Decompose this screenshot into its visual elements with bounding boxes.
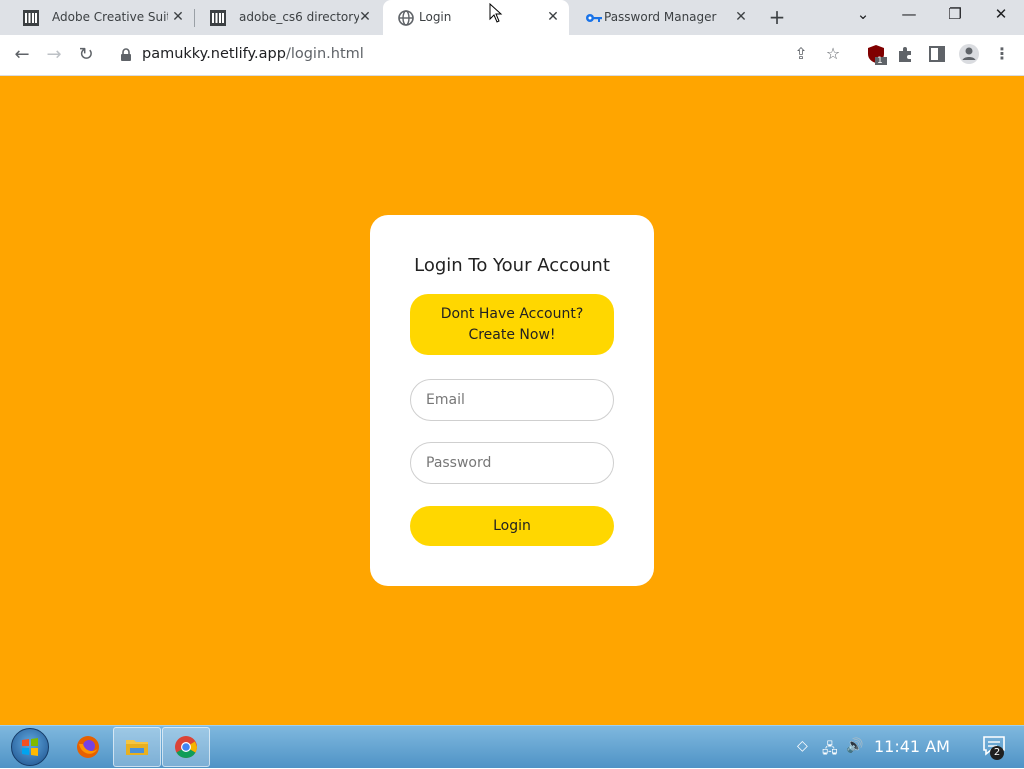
email-field[interactable]	[410, 379, 614, 421]
ublock-shield-icon[interactable]	[865, 43, 887, 65]
tab-title: Password Manager	[604, 10, 717, 24]
library-icon	[23, 10, 39, 26]
profile-avatar-icon[interactable]	[958, 43, 980, 65]
tab-login[interactable]: Login ✕	[383, 0, 569, 35]
chrome-taskbar-button[interactable]	[162, 727, 210, 767]
login-card: Login To Your Account Dont Have Account?…	[370, 215, 654, 586]
login-page: Login To Your Account Dont Have Account?…	[0, 76, 1024, 725]
back-arrow-icon[interactable]: ←	[9, 42, 35, 68]
tab-password-manager[interactable]: Password Manager ✕	[571, 0, 757, 35]
password-field[interactable]	[410, 442, 614, 484]
key-icon	[586, 14, 602, 22]
tab-strip: Adobe Creative Suite ✕ adobe_cs6 directo…	[0, 0, 1024, 35]
volume-icon[interactable]: 🔊	[846, 738, 863, 754]
login-button[interactable]: Login	[410, 506, 614, 546]
tab-close-icon[interactable]: ✕	[545, 9, 561, 25]
address-bar[interactable]: pamukky.netlify.app/login.html	[106, 39, 856, 71]
close-window-button[interactable]: ✕	[978, 0, 1024, 30]
tab-search-dropdown-icon[interactable]: ⌄	[840, 0, 886, 30]
extensions-puzzle-icon[interactable]	[895, 43, 917, 65]
minimize-button[interactable]: —	[886, 0, 932, 30]
action-center-flag-icon[interactable]: ◇	[797, 738, 808, 754]
tab-close-icon[interactable]: ✕	[357, 9, 373, 25]
browser-toolbar: ← → ↻ pamukky.netlify.app/login.html ⇪ ☆…	[0, 35, 1024, 76]
lock-icon	[121, 48, 131, 61]
tab-adobe-creative-suite[interactable]: Adobe Creative Suite ✕	[8, 0, 195, 35]
tab-title: Adobe Creative Suite	[52, 10, 168, 24]
taskbar-clock[interactable]: 11:41 AM	[874, 737, 950, 756]
chrome-icon	[175, 736, 197, 758]
start-button[interactable]	[11, 728, 49, 766]
mouse-cursor-icon	[489, 3, 503, 23]
library-icon	[210, 10, 226, 26]
url-text: pamukky.netlify.app/login.html	[142, 46, 364, 62]
tab-adobe-cs6-directory[interactable]: adobe_cs6 directory li ✕	[195, 0, 381, 35]
file-explorer-icon	[126, 740, 148, 755]
reload-icon[interactable]: ↻	[73, 42, 99, 68]
share-icon[interactable]: ⇪	[790, 43, 812, 65]
globe-icon	[398, 10, 414, 26]
url-host: pamukky.netlify.app	[142, 46, 286, 62]
menu-kebab-icon[interactable]: ⋮	[991, 43, 1013, 65]
network-icon[interactable]: 🖧	[822, 738, 838, 762]
tab-close-icon[interactable]: ✕	[170, 9, 186, 25]
new-tab-button[interactable]: +	[765, 6, 789, 30]
url-path: /login.html	[285, 46, 364, 62]
restore-button[interactable]: ❐	[932, 0, 978, 30]
forward-arrow-icon[interactable]: →	[41, 42, 67, 68]
windows-logo-icon	[22, 738, 38, 756]
extension-badge: 1	[877, 56, 883, 66]
tab-close-icon[interactable]: ✕	[733, 9, 749, 25]
tab-title: Login	[419, 10, 452, 24]
file-explorer-taskbar-button[interactable]	[113, 727, 161, 767]
page-title: Login To Your Account	[414, 255, 610, 276]
create-account-button[interactable]: Dont Have Account? Create Now!	[410, 294, 614, 355]
side-panel-icon[interactable]	[926, 43, 948, 65]
windows-taskbar: ◇ 🖧 🔊 11:41 AM 2	[0, 725, 1024, 768]
bookmark-star-icon[interactable]: ☆	[822, 43, 844, 65]
tab-title: adobe_cs6 directory li	[239, 10, 359, 24]
firefox-taskbar-button[interactable]	[64, 727, 112, 767]
firefox-icon	[77, 736, 99, 758]
notification-count-badge: 2	[990, 746, 1004, 760]
